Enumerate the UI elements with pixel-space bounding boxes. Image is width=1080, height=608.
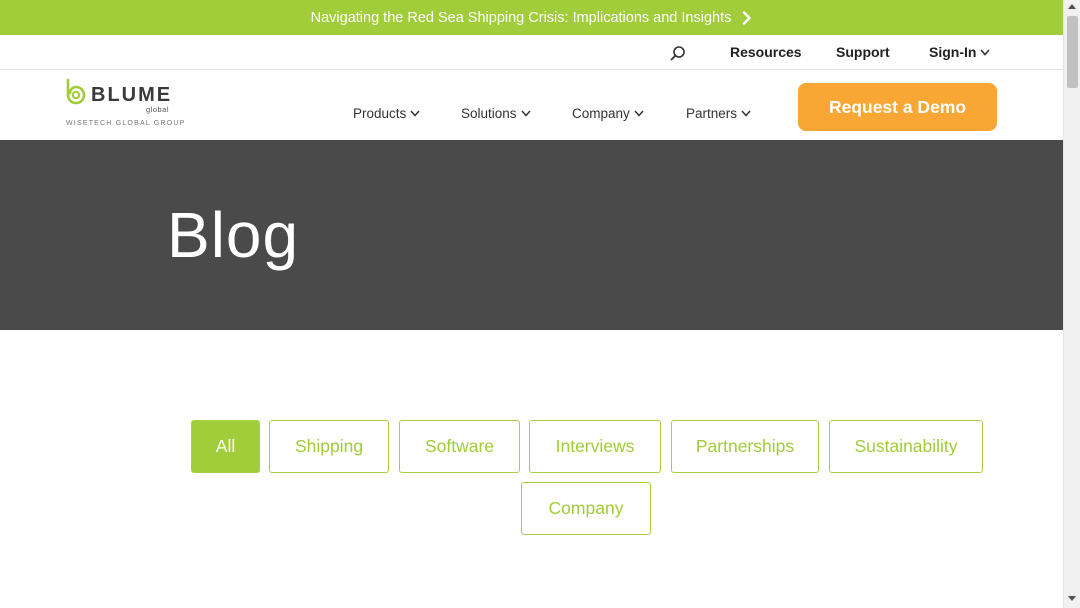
hero-banner: Blog xyxy=(0,140,1063,330)
filter-sustainability[interactable]: Sustainability xyxy=(829,420,983,473)
main-nav: BLUME global WISETECH GLOBAL GROUP Produ… xyxy=(0,70,1063,140)
nav-solutions-label: Solutions xyxy=(461,106,517,121)
scroll-up-icon[interactable] xyxy=(1068,4,1076,9)
resources-link[interactable]: Resources xyxy=(730,44,802,60)
filter-partnerships[interactable]: Partnerships xyxy=(671,420,819,473)
nav-products[interactable]: Products xyxy=(353,106,420,121)
signin-dropdown[interactable]: Sign-In xyxy=(929,44,991,60)
search-icon[interactable] xyxy=(670,45,686,61)
filter-all[interactable]: All xyxy=(191,420,260,473)
scrollbar-thumb[interactable] xyxy=(1067,16,1078,88)
chevron-down-icon xyxy=(520,110,531,117)
announcement-bar[interactable]: Navigating the Red Sea Shipping Crisis: … xyxy=(0,0,1063,35)
chevron-down-icon xyxy=(634,110,644,117)
filter-shipping[interactable]: Shipping xyxy=(269,420,389,473)
filter-company[interactable]: Company xyxy=(521,482,651,535)
request-demo-button[interactable]: Request a Demo xyxy=(798,83,997,131)
utility-nav: Resources Support Sign-In xyxy=(0,35,1063,70)
vertical-scrollbar[interactable] xyxy=(1063,0,1080,608)
page: Navigating the Red Sea Shipping Crisis: … xyxy=(0,0,1063,608)
nav-partners[interactable]: Partners xyxy=(686,106,751,121)
signin-label: Sign-In xyxy=(929,44,977,60)
logo-mark-icon xyxy=(66,78,86,105)
chevron-down-icon xyxy=(980,48,991,56)
scroll-down-icon[interactable] xyxy=(1068,596,1076,601)
chevron-right-icon xyxy=(743,10,752,25)
filter-interviews[interactable]: Interviews xyxy=(529,420,661,473)
page-title: Blog xyxy=(167,199,300,271)
chevron-down-icon xyxy=(741,110,751,117)
announcement-text[interactable]: Navigating the Red Sea Shipping Crisis: … xyxy=(311,10,732,26)
nav-partners-label: Partners xyxy=(686,106,738,121)
nav-company-label: Company xyxy=(572,106,630,121)
logo-wordmark: BLUME xyxy=(91,84,173,106)
chevron-down-icon xyxy=(410,110,420,117)
nav-solutions[interactable]: Solutions xyxy=(461,106,531,121)
support-link[interactable]: Support xyxy=(836,44,890,60)
logo-group-text: WISETECH GLOBAL GROUP xyxy=(66,120,186,127)
nav-products-label: Products xyxy=(353,106,407,121)
filter-software[interactable]: Software xyxy=(399,420,520,473)
nav-company[interactable]: Company xyxy=(572,106,644,121)
blume-logo[interactable]: BLUME global WISETECH GLOBAL GROUP xyxy=(65,78,184,130)
logo-subtext: global xyxy=(146,105,170,114)
